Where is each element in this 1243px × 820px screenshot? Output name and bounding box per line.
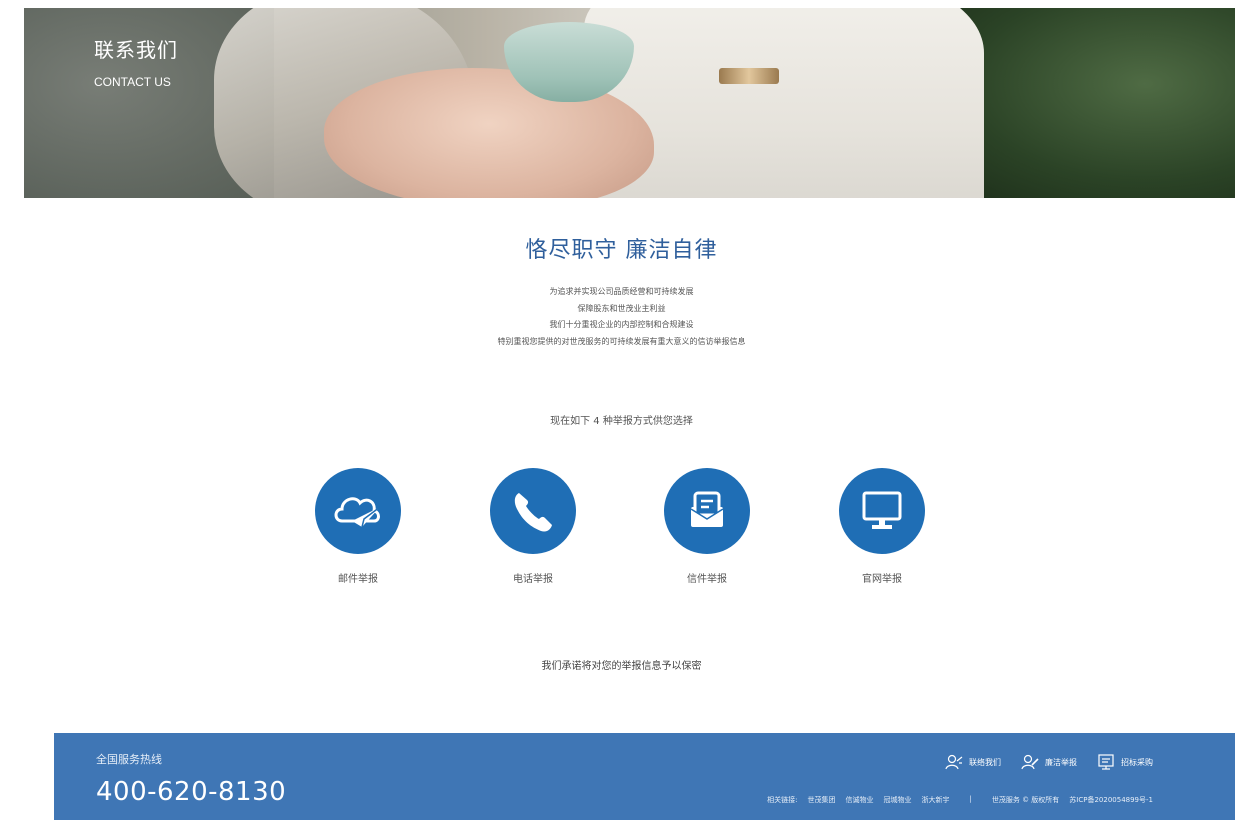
- report-methods: 邮件举报 电话举报 信件举报 官网举报: [0, 468, 1243, 588]
- monitor-icon[interactable]: [839, 468, 925, 554]
- footer-links: 相关链接: 世茂集团 信诚物业 冠城物业 浙大新宇 | 世茂服务 © 版权所有 …: [767, 795, 1153, 805]
- footer-link-zheda[interactable]: 浙大新宇: [921, 795, 949, 805]
- banner-title: 联系我们: [94, 38, 178, 62]
- letter-icon[interactable]: [664, 468, 750, 554]
- intro-line: 我们十分重视企业的内部控制和合规建设: [549, 320, 694, 329]
- procurement-icon: [1098, 754, 1114, 770]
- copyright: 世茂服务 © 版权所有: [991, 796, 1060, 804]
- footer-link-guancheng[interactable]: 冠城物业: [883, 795, 911, 805]
- footer-link-xincheng[interactable]: 信诚物业: [845, 795, 873, 805]
- intro-line: 特别重视您提供的对世茂服务的可持续发展有重大意义的信访举报信息: [497, 336, 746, 346]
- footer-nav-label: 廉洁举报: [1045, 757, 1077, 767]
- footer-nav-label: 联络我们: [969, 757, 1001, 767]
- footer: 全国服务热线 400-620-8130 联络我们 廉洁举报 招标采购 相关链接:…: [54, 733, 1235, 820]
- intro-line: 为追求并实现公司品质经营和可持续发展: [549, 287, 694, 296]
- method-phone[interactable]: 电话举报: [468, 468, 598, 585]
- icp-number[interactable]: 苏ICP备2020054899号-1: [1069, 795, 1153, 805]
- method-email[interactable]: 邮件举报: [293, 468, 423, 585]
- name-badge: [719, 68, 779, 84]
- links-label: 相关链接:: [767, 796, 798, 804]
- method-website[interactable]: 官网举报: [817, 468, 947, 585]
- method-letter[interactable]: 信件举报: [642, 468, 772, 585]
- banner-subtitle: CONTACT US: [94, 75, 171, 89]
- confidentiality-promise: 我们承诺将对您的举报信息予以保密: [541, 661, 702, 672]
- method-label: 信件举报: [687, 574, 727, 585]
- intro-line: 保障股东和世茂业主利益: [577, 303, 666, 313]
- report-icon: [1021, 754, 1039, 770]
- phone-icon[interactable]: [490, 468, 576, 554]
- footer-nav-procurement[interactable]: 招标采购: [1097, 753, 1153, 771]
- page-title: 恪尽职守 廉洁自律: [525, 238, 718, 263]
- method-label: 官网举报: [862, 574, 902, 585]
- footer-nav-report[interactable]: 廉洁举报: [1021, 753, 1077, 771]
- hotline-number: 400-620-8130: [96, 777, 287, 807]
- footer-nav-contact[interactable]: 联络我们: [945, 753, 1001, 771]
- footer-nav-label: 招标采购: [1121, 757, 1153, 767]
- cloud-send-icon[interactable]: [315, 468, 401, 554]
- choose-text: 现在如下 4 种举报方式供您选择: [550, 416, 693, 427]
- footer-link-shimao[interactable]: 世茂集团: [807, 795, 835, 805]
- contact-icon: [945, 754, 963, 770]
- page: 联系我们 CONTACT US 恪尽职守 廉洁自律 为追求并实现公司品质经营和可…: [0, 0, 1243, 820]
- contact-banner: 联系我们 CONTACT US: [24, 8, 1235, 198]
- method-label: 邮件举报: [338, 574, 378, 585]
- hotline-label: 全国服务热线: [96, 753, 162, 766]
- footer-separator: |: [969, 795, 972, 803]
- footer-nav: 联络我们 廉洁举报 招标采购: [945, 753, 1153, 771]
- method-label: 电话举报: [513, 574, 553, 585]
- banner-text: 联系我们 CONTACT US: [94, 34, 178, 89]
- intro-text: 为追求并实现公司品质经营和可持续发展 保障股东和世茂业主利益 我们十分重视企业的…: [0, 284, 1243, 350]
